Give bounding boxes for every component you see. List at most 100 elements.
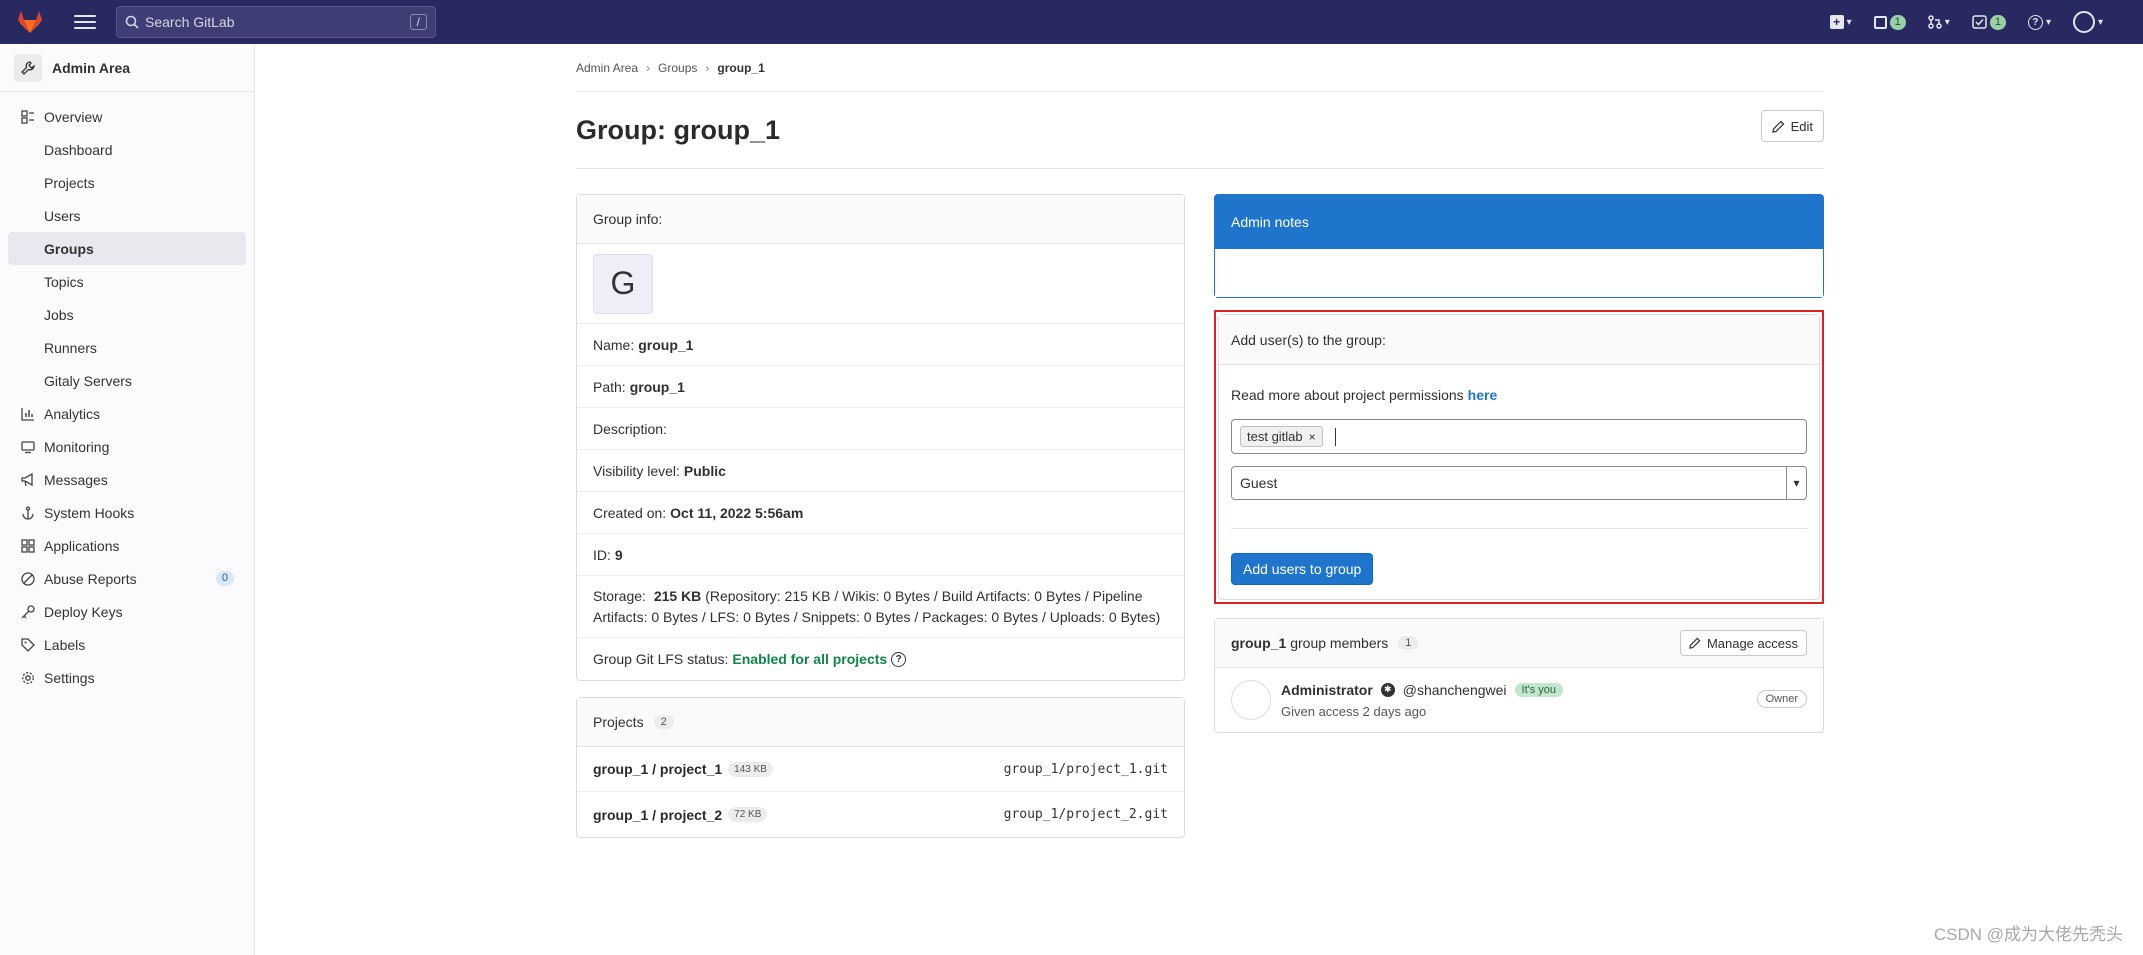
help-button[interactable]: ? ▾ (2027, 14, 2051, 30)
menu-icon[interactable] (74, 11, 96, 33)
sidebar-item-topics[interactable]: Topics (8, 265, 246, 298)
divider (1231, 528, 1807, 529)
lfs-value: Enabled for all projects (732, 651, 888, 667)
sidebar-item-projects[interactable]: Projects (8, 166, 246, 199)
sidebar-item-label: Labels (44, 636, 86, 653)
merge-requests-button[interactable]: ▾ (1928, 15, 1950, 29)
lfs-label: Group Git LFS status: (593, 651, 729, 667)
project-link[interactable]: group_1 / project_1 (593, 761, 722, 777)
permissions-link[interactable]: here (1468, 387, 1498, 403)
sidebar-item-labels[interactable]: Labels (8, 628, 246, 661)
created-label: Created on: (593, 504, 667, 521)
add-users-form: Read more about project permissions here … (1219, 365, 1819, 599)
sidebar-item-label: Overview (44, 108, 103, 125)
lfs-row: Group Git LFS status: Enabled for all pr… (577, 638, 1184, 680)
pencil-icon (1771, 120, 1785, 133)
visibility-value: Public (683, 462, 726, 479)
abuse-icon (20, 571, 36, 587)
user-search-input[interactable]: test gitlab × (1231, 419, 1807, 454)
sidebar-title: Admin Area (52, 59, 131, 76)
member-avatar[interactable] (1231, 680, 1271, 720)
group-info-header: Group info: (577, 195, 1184, 244)
projects-header: Projects 2 (577, 698, 1184, 747)
chevron-down-icon: ▾ (1786, 467, 1806, 499)
right-column: Admin notes Add user(s) to the group: Re… (1214, 194, 1824, 733)
user-token-label: test gitlab (1247, 429, 1303, 444)
member-username: @shanchengwei (1402, 681, 1507, 698)
sidebar-item-runners[interactable]: Runners (8, 331, 246, 364)
breadcrumb-groups[interactable]: Groups (658, 61, 697, 75)
sidebar-item-users[interactable]: Users (8, 199, 246, 232)
sidebar-item-jobs[interactable]: Jobs (8, 298, 246, 331)
project-row: group_1 / project_2 72 KB group_1/projec… (577, 792, 1184, 837)
sidebar-item-applications[interactable]: Applications (8, 529, 246, 562)
visibility-label: Visibility level: (593, 462, 680, 479)
sidebar-item-system-hooks[interactable]: System Hooks (8, 496, 246, 529)
page-title: Group: group_1 (576, 114, 780, 145)
close-icon[interactable]: × (1309, 430, 1316, 444)
its-you-badge: It's you (1514, 682, 1564, 697)
top-navbar: Search GitLab / + ▾ 1 ▾ 1 ? ▾ ▾ (0, 0, 2143, 44)
group-avatar: G (593, 253, 653, 314)
member-name[interactable]: Administrator (1281, 682, 1373, 698)
sidebar-item-gitaly-servers[interactable]: Gitaly Servers (8, 364, 246, 397)
sidebar-item-settings[interactable]: Settings (8, 661, 246, 694)
member-row: Administrator ✱ @shanchengwei It's you G… (1215, 668, 1823, 732)
create-new-button[interactable]: + ▾ (1829, 15, 1852, 29)
user-avatar (2072, 11, 2095, 33)
search-input[interactable]: Search GitLab / (116, 6, 436, 38)
issues-button[interactable]: 1 (1873, 14, 1906, 30)
project-row: group_1 / project_1 143 KB group_1/proje… (577, 747, 1184, 792)
merge-request-icon (1928, 15, 1942, 29)
user-menu-button[interactable]: ▾ (2072, 11, 2103, 33)
chevron-down-icon: ▾ (2097, 16, 2103, 28)
sidebar-item-dashboard[interactable]: Dashboard (8, 133, 246, 166)
sidebar-item-overview[interactable]: Overview (8, 100, 246, 133)
project-link[interactable]: group_1 / project_2 (593, 807, 722, 823)
issues-count-badge: 1 (1889, 14, 1906, 30)
id-value: 9 (614, 546, 623, 563)
sidebar-item-messages[interactable]: Messages (8, 463, 246, 496)
overview-icon (20, 109, 36, 125)
todos-count-badge: 1 (1989, 14, 2006, 30)
bullhorn-icon (20, 472, 36, 488)
path-value: group_1 (629, 378, 685, 395)
path-row: Path: group_1 (577, 366, 1184, 408)
sidebar-item-abuse-reports[interactable]: Abuse Reports 0 (8, 562, 246, 595)
edit-button[interactable]: Edit (1760, 110, 1824, 142)
todos-button[interactable]: 1 (1972, 14, 2006, 30)
manage-access-button[interactable]: Manage access (1679, 630, 1807, 656)
id-row: ID: 9 (577, 534, 1184, 576)
name-label: Name: (593, 336, 635, 353)
pencil-icon (1689, 637, 1701, 649)
key-icon (20, 604, 36, 620)
members-card: group_1 group members 1 Manage access Ad… (1214, 618, 1824, 733)
sidebar-item-label: Settings (44, 669, 95, 686)
sidebar-item-monitoring[interactable]: Monitoring (8, 430, 246, 463)
sidebar-item-label: Applications (44, 537, 120, 554)
sidebar-item-analytics[interactable]: Analytics (8, 397, 246, 430)
members-header: group_1 group members 1 Manage access (1215, 619, 1823, 668)
sidebar-item-deploy-keys[interactable]: Deploy Keys (8, 595, 246, 628)
breadcrumb-current[interactable]: group_1 (717, 61, 764, 75)
watermark: CSDN @成为大佬先秃头 (1933, 925, 2123, 944)
storage-row: Storage: 215 KB (Repository: 215 KB / Wi… (577, 576, 1184, 638)
question-circle-icon[interactable]: ? (891, 651, 907, 667)
access-level-select[interactable]: Guest ▾ (1231, 466, 1807, 500)
todo-check-icon (1972, 15, 1987, 29)
project-size-badge: 143 KB (728, 761, 773, 777)
add-users-button[interactable]: Add users to group (1231, 553, 1374, 585)
chevron-down-icon: ▾ (1944, 16, 1950, 28)
chevron-down-icon: ▾ (1846, 16, 1852, 28)
breadcrumb-admin-area[interactable]: Admin Area (576, 61, 638, 75)
sidebar-item-label: System Hooks (44, 504, 135, 521)
path-label: Path: (593, 378, 626, 395)
sidebar-header[interactable]: Admin Area (0, 44, 254, 92)
gitlab-logo-icon[interactable] (14, 6, 46, 38)
projects-title: Projects (593, 714, 644, 730)
project-git-path: group_1/project_1.git (1003, 761, 1168, 777)
edit-button-label: Edit (1790, 118, 1813, 134)
sidebar-item-groups[interactable]: Groups (8, 232, 246, 265)
description-label: Description: (593, 420, 667, 437)
created-value: Oct 11, 2022 5:56am (670, 504, 804, 521)
